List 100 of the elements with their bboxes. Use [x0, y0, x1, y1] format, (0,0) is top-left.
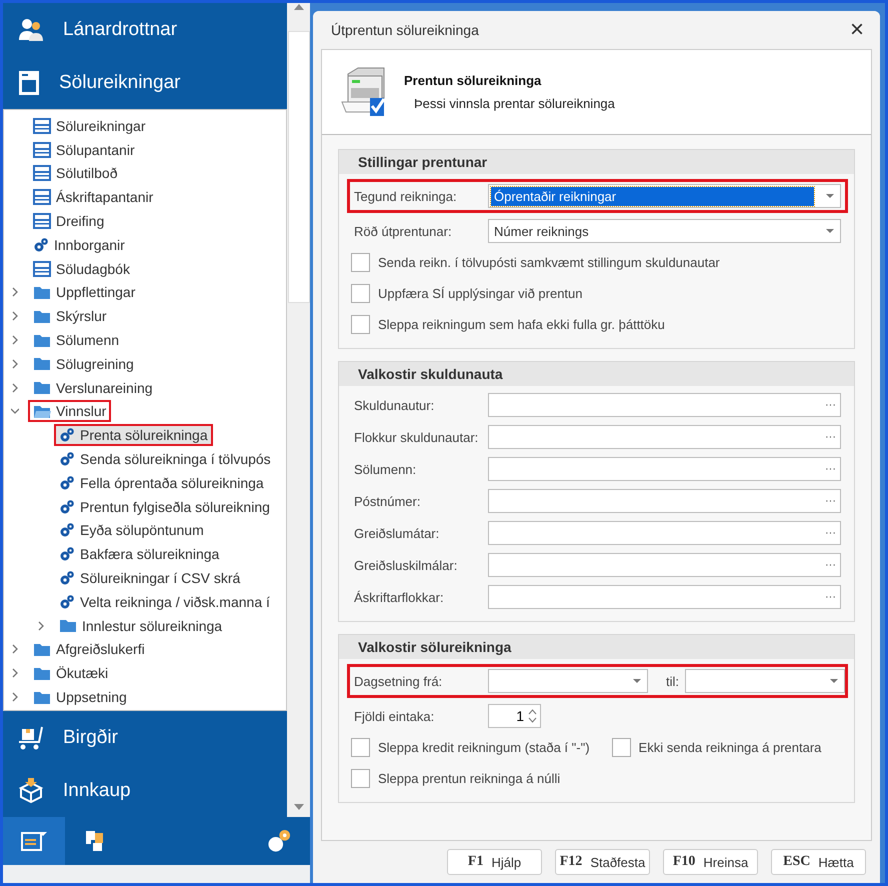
- invoice-icon: [17, 68, 41, 96]
- form-icon: [33, 260, 51, 277]
- header-title: Prentun sölureikninga: [404, 73, 542, 88]
- scroll-down-icon[interactable]: [294, 803, 304, 811]
- tree-item[interactable]: Eyða sölupöntunum: [4, 518, 286, 542]
- chevron-icon[interactable]: [11, 406, 19, 416]
- chevron-icon[interactable]: [37, 620, 45, 631]
- tree-item[interactable]: Sölumenn: [4, 328, 286, 352]
- dropdown[interactable]: Númer reiknings: [488, 219, 841, 243]
- tree-item[interactable]: Sölutilboð: [4, 162, 286, 186]
- folder-icon: [33, 666, 51, 681]
- footer-tab[interactable]: [3, 817, 65, 865]
- tree-item[interactable]: Fella óprentaða sölureikninga: [4, 470, 286, 495]
- tree-item[interactable]: Sölugreining: [4, 352, 286, 376]
- field-label: Skuldunautur:: [354, 398, 436, 412]
- field-label: Greiðsluskilmálar:: [354, 558, 458, 572]
- chevron-icon[interactable]: [11, 644, 19, 654]
- input-field[interactable]: ···: [488, 521, 841, 545]
- caret-icon: [633, 678, 641, 684]
- tree-item[interactable]: Afgreiðslukerfi: [4, 638, 286, 662]
- chevron-icon[interactable]: [11, 311, 19, 322]
- browse-button[interactable]: ···: [825, 527, 836, 539]
- spin-arrows-icon[interactable]: [528, 708, 537, 724]
- checkbox[interactable]: Ekki senda reikninga á prentara: [612, 738, 822, 757]
- tree-item[interactable]: Skýrslur: [4, 304, 286, 328]
- browse-button[interactable]: ···: [825, 495, 836, 507]
- function-key-button[interactable]: F1 Hjálp: [447, 849, 542, 875]
- function-key-button[interactable]: ESC Hætta: [771, 849, 866, 875]
- form-icon: [33, 118, 51, 134]
- scroll-up-icon[interactable]: [294, 3, 304, 11]
- tree-item[interactable]: Ökutæki: [4, 661, 286, 686]
- chevron-icon[interactable]: [11, 668, 19, 678]
- tree-item[interactable]: Sölupantanir: [4, 138, 286, 162]
- form-icon: [33, 142, 51, 158]
- close-button[interactable]: ×: [846, 16, 868, 44]
- tree-item[interactable]: Söludagbók: [4, 256, 286, 281]
- checkbox[interactable]: Senda reikn. í tölvupósti samkvæmt stillingum skuldunautar: [351, 253, 720, 272]
- function-key-button[interactable]: F10 Hreinsa: [663, 849, 758, 875]
- folder-icon: [33, 404, 51, 419]
- folder-icon: [33, 356, 51, 372]
- input-field[interactable]: ···: [488, 585, 841, 609]
- browse-button[interactable]: ···: [825, 463, 836, 475]
- chevron-icon[interactable]: [11, 358, 19, 369]
- browse-button[interactable]: ···: [825, 591, 836, 603]
- field-label: Dagsetning frá:: [354, 674, 444, 688]
- browse-button[interactable]: ···: [825, 559, 836, 571]
- caret-icon: [826, 194, 834, 198]
- input-field[interactable]: ···: [488, 425, 841, 449]
- folder-icon: [33, 380, 51, 396]
- input-field[interactable]: ···: [488, 553, 841, 577]
- input-field[interactable]: ···: [488, 393, 841, 417]
- field-label: Áskriftarflokkar:: [354, 590, 445, 604]
- caret-icon: [830, 678, 838, 684]
- caret-icon: [826, 228, 834, 234]
- tree-item[interactable]: Velta reikninga / viðsk.manna í: [4, 590, 286, 614]
- group-title: Valkostir sölureikninga: [358, 639, 512, 655]
- field-label: til:: [666, 674, 679, 688]
- tree-item[interactable]: Senda sölureikninga í tölvupós: [4, 447, 286, 471]
- field-label: Fjöldi eintaka:: [354, 708, 436, 724]
- scrollbar[interactable]: [287, 3, 310, 817]
- folder-icon: [33, 284, 51, 300]
- chevron-icon[interactable]: [11, 382, 19, 393]
- browse-button[interactable]: ···: [825, 399, 836, 411]
- tree-item[interactable]: Bakfæra sölureikninga: [4, 542, 286, 566]
- chevron-icon[interactable]: [11, 335, 19, 346]
- group-title: Valkostir skuldunauta: [358, 366, 503, 382]
- checkbox[interactable]: Uppfæra SÍ upplýsingar við prentun: [351, 284, 583, 303]
- folder-icon: [33, 690, 51, 705]
- tree-item[interactable]: Verslunareining: [4, 376, 286, 400]
- tree-item[interactable]: Uppflettingar: [4, 280, 286, 304]
- date-field[interactable]: [488, 669, 648, 693]
- input-field[interactable]: ···: [488, 489, 841, 513]
- browse-button[interactable]: ···: [825, 431, 836, 443]
- tree-item[interactable]: Innlestur sölureikninga: [4, 614, 286, 638]
- checkbox[interactable]: Sleppa kredit reikningum (staða í "-"): [351, 738, 590, 757]
- tree-item[interactable]: Prentun fylgiseðla sölureikning: [4, 494, 286, 519]
- input-field[interactable]: ···: [488, 457, 841, 481]
- tree-item[interactable]: Innborganir: [4, 232, 286, 257]
- chevron-icon[interactable]: [11, 692, 19, 702]
- tree-item[interactable]: Vinnslur: [4, 400, 286, 424]
- field-label: Flokkur skuldunautar:: [354, 430, 480, 444]
- checkbox[interactable]: Sleppa reikningum sem hafa ekki fulla gr. þátttöku: [351, 315, 665, 334]
- scroll-thumb[interactable]: [288, 31, 310, 303]
- number-spinner[interactable]: 1: [488, 704, 541, 728]
- field-label: Greiðslumátar:: [354, 526, 440, 540]
- box-icon: [17, 776, 45, 804]
- tree-item[interactable]: Sölureikningar: [4, 114, 286, 138]
- dropdown[interactable]: Óprentaðir reikningar: [488, 184, 841, 208]
- tree-item[interactable]: Áskriftapantanir: [4, 185, 286, 210]
- checkbox[interactable]: Sleppa prentun reikninga á núlli: [351, 769, 560, 788]
- field-label: Póstnúmer:: [354, 494, 422, 508]
- tree-item[interactable]: Uppsetning: [4, 685, 286, 709]
- date-field[interactable]: [685, 669, 845, 693]
- field-label: Röð útprentunar:: [354, 224, 453, 238]
- chevron-icon[interactable]: [11, 287, 19, 298]
- tree-item[interactable]: Dreifing: [4, 209, 286, 233]
- tree-item[interactable]: Sölureikningar í CSV skrá: [4, 566, 286, 590]
- function-key-button[interactable]: F12 Staðfesta: [555, 849, 650, 875]
- folder-icon: [33, 642, 51, 657]
- folder-icon: [59, 618, 77, 634]
